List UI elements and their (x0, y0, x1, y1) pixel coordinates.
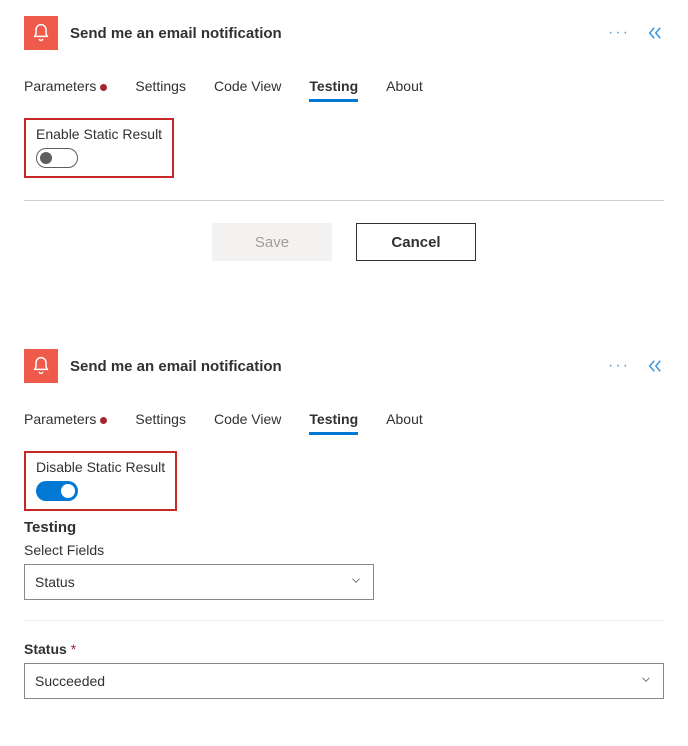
select-fields-value: Status (35, 574, 75, 590)
highlight-annotation: Enable Static Result (24, 118, 174, 178)
header-actions: ··· (608, 357, 664, 375)
tab-settings[interactable]: Settings (135, 78, 186, 100)
testing-heading: Testing (24, 519, 664, 536)
bell-icon (24, 16, 58, 50)
tab-parameters[interactable]: Parameters (24, 78, 107, 100)
toggle-label: Enable Static Result (36, 126, 162, 142)
tabs: Parameters Settings Code View Testing Ab… (24, 411, 664, 433)
tab-testing[interactable]: Testing (309, 411, 358, 433)
tab-settings[interactable]: Settings (135, 411, 186, 433)
tabs: Parameters Settings Code View Testing Ab… (24, 78, 664, 100)
bell-icon (24, 349, 58, 383)
panel-static-result-off: Send me an email notification ··· Parame… (0, 0, 688, 293)
static-result-toggle[interactable] (36, 481, 78, 501)
tab-parameters[interactable]: Parameters (24, 411, 107, 433)
dirty-indicator-icon (100, 84, 107, 91)
header-actions: ··· (608, 24, 664, 42)
chevron-down-icon (349, 574, 363, 591)
tab-code-view[interactable]: Code View (214, 78, 281, 100)
collapse-icon[interactable] (646, 24, 664, 42)
button-row: Save Cancel (24, 223, 664, 261)
panel-title: Send me an email notification (70, 25, 596, 42)
status-value: Succeeded (35, 673, 105, 689)
highlight-annotation: Disable Static Result (24, 451, 177, 511)
save-button[interactable]: Save (212, 223, 332, 261)
toggle-label: Disable Static Result (36, 459, 165, 475)
more-icon[interactable]: ··· (608, 24, 630, 42)
status-dropdown[interactable]: Succeeded (24, 663, 664, 699)
static-result-toggle[interactable] (36, 148, 78, 168)
select-fields-dropdown[interactable]: Status (24, 564, 374, 600)
panel-header: Send me an email notification ··· (24, 349, 664, 383)
dirty-indicator-icon (100, 417, 107, 424)
panel-title: Send me an email notification (70, 358, 596, 375)
tab-code-view[interactable]: Code View (214, 411, 281, 433)
status-label: Status * (24, 641, 664, 657)
tab-about[interactable]: About (386, 78, 423, 100)
required-indicator: * (71, 641, 76, 657)
divider (24, 200, 664, 201)
cancel-button[interactable]: Cancel (356, 223, 476, 261)
panel-static-result-on: Send me an email notification ··· Parame… (0, 333, 688, 707)
divider (24, 620, 664, 621)
tab-testing[interactable]: Testing (309, 78, 358, 100)
panel-header: Send me an email notification ··· (24, 16, 664, 50)
chevron-down-icon (639, 673, 653, 690)
tab-about[interactable]: About (386, 411, 423, 433)
collapse-icon[interactable] (646, 357, 664, 375)
more-icon[interactable]: ··· (608, 357, 630, 375)
select-fields-label: Select Fields (24, 542, 664, 558)
